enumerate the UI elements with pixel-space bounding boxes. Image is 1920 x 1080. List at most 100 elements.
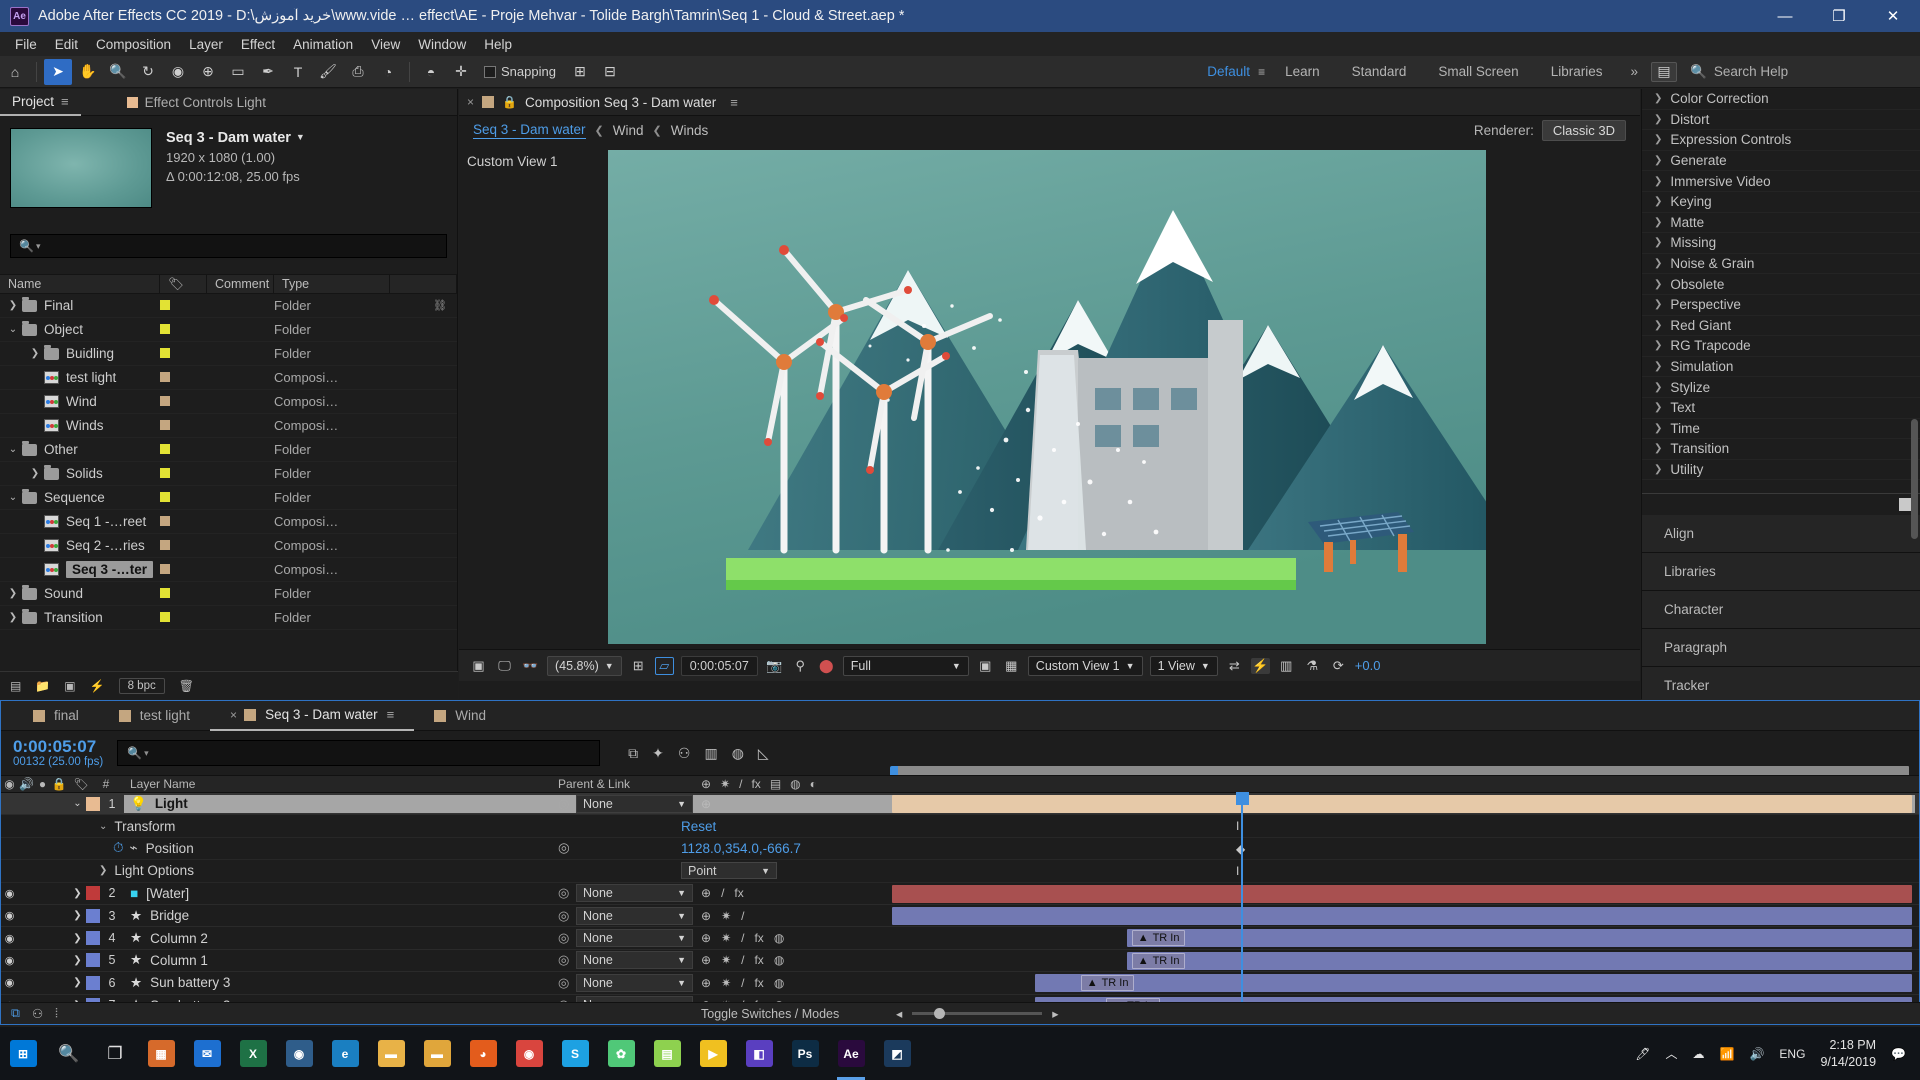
position-value[interactable]: 1128.0,354.0,-666.7 (681, 841, 801, 856)
effects-scrollbar[interactable] (1911, 419, 1918, 539)
collapse-icon[interactable]: ✷ (721, 909, 731, 923)
task-view-button[interactable]: ❐ (92, 1027, 138, 1080)
show-snapshot-icon[interactable]: ⚲ (791, 658, 810, 674)
effect-category-row[interactable]: ❯ Generate (1642, 151, 1920, 172)
rotation-tool-icon[interactable]: ↻ (134, 59, 162, 85)
timeline-tab-test-light[interactable]: test light (99, 701, 210, 731)
selection-tool-icon[interactable]: ➤ (44, 58, 72, 85)
disclosure-triangle-icon[interactable]: ❯ (1654, 361, 1662, 372)
workspace-standard[interactable]: Standard (1336, 64, 1423, 79)
label-color-swatch[interactable] (160, 324, 170, 334)
composition-viewer[interactable]: Custom View 1 (459, 144, 1640, 649)
channel-icon[interactable]: ⬤ (817, 658, 836, 674)
disclosure-triangle-icon[interactable]: ❯ (1654, 114, 1662, 125)
layer-disclosure-icon[interactable]: ❯ (69, 910, 86, 921)
camera-tool-icon[interactable]: ◉ (164, 59, 192, 85)
timeline-tab-final[interactable]: final (13, 701, 99, 731)
puppet-pin-icon[interactable]: ✛ (447, 59, 475, 85)
disclosure-triangle-icon[interactable]: ❯ (1654, 93, 1662, 104)
lock-icon[interactable]: 🔒 (50, 777, 68, 791)
fx-icon[interactable]: fx (734, 886, 743, 900)
views-dropdown[interactable]: 1 View ▼ (1149, 655, 1218, 676)
comp-flowchart-icon[interactable]: ⚗ (1303, 658, 1322, 674)
notification-icon[interactable]: 💬 (1891, 1047, 1906, 1061)
renderer-value[interactable]: Classic 3D (1541, 119, 1626, 141)
layer-label-swatch[interactable] (86, 953, 100, 968)
layer-disclosure-icon[interactable]: ❯ (69, 888, 86, 899)
take-snapshot-icon[interactable]: 📷 (765, 658, 784, 674)
disclosure-triangle-icon[interactable]: ❯ (1654, 196, 1662, 207)
parent-pickwhip-icon[interactable]: ◎ (558, 796, 569, 812)
timeline-track-area[interactable]: I◆I▲TR In▲TR In▲TR In▲TR In (890, 792, 1920, 1015)
chevron-up-icon[interactable]: ︿ (1666, 1045, 1678, 1062)
timeline-tab-wind[interactable]: Wind (414, 701, 506, 731)
shy-icon[interactable]: / (721, 886, 724, 900)
label-color-swatch[interactable] (160, 300, 170, 310)
pan-behind-tool-icon[interactable]: ⊕ (194, 59, 222, 85)
interpret-footage-icon[interactable]: ▤ (10, 679, 21, 693)
disclosure-triangle-icon[interactable]: ❯ (4, 300, 22, 311)
align-snap-icon[interactable]: ⊞ (566, 59, 594, 85)
disclosure-triangle-icon[interactable]: ❯ (1654, 382, 1662, 393)
disclosure-triangle-icon[interactable]: ❯ (1654, 402, 1662, 413)
language-indicator[interactable]: ENG (1779, 1047, 1805, 1061)
motion-blur-icon[interactable]: ◍ (732, 745, 744, 762)
layer-duration-bar[interactable] (1126, 951, 1912, 970)
composition-mini-flowchart-icon[interactable]: ⧉ (628, 745, 638, 762)
quality-header-icon[interactable]: / (739, 777, 742, 791)
collapse-icon[interactable]: ✷ (721, 976, 731, 990)
layer-label-swatch[interactable] (86, 931, 100, 946)
store-taskbar-button[interactable]: ▦ (138, 1027, 184, 1080)
fast-previews-icon[interactable]: ⚡ (1250, 657, 1270, 674)
label-color-swatch[interactable] (160, 516, 170, 526)
disclosure-triangle-icon[interactable]: ❯ (26, 348, 44, 359)
new-folder-icon[interactable]: 📁 (35, 679, 50, 693)
zoom-in-timeline-icon[interactable]: ▸ (1052, 1006, 1058, 1021)
photoshop-taskbar-button[interactable]: Ps (782, 1027, 828, 1080)
project-search-input[interactable]: 🔍 ▾ (10, 234, 447, 258)
toggle-switches-modes-button[interactable]: Toggle Switches / Modes (701, 1007, 839, 1021)
effect-category-row[interactable]: ❯ Color Correction (1642, 89, 1920, 110)
light-type-dropdown[interactable]: Point ▼ (681, 862, 777, 880)
effect-category-row[interactable]: ❯ Missing (1642, 233, 1920, 254)
effect-category-row[interactable]: ❯ Utility (1642, 460, 1920, 481)
edge-taskbar-button[interactable]: e (322, 1027, 368, 1080)
frame-render-time-icon[interactable]: ⧉ (11, 1006, 20, 1021)
disclosure-triangle-icon[interactable]: ❯ (1654, 299, 1662, 310)
layer-disclosure-icon[interactable]: ❯ (69, 933, 86, 944)
label-color-swatch[interactable] (160, 444, 170, 454)
project-list-item[interactable]: ❯ Buidling Folder (0, 342, 457, 366)
stopwatch-icon[interactable]: ⏱ (113, 840, 124, 856)
hand-tool-icon[interactable]: ✋ (74, 59, 102, 85)
frame-blending-icon[interactable]: ▥ (704, 745, 717, 762)
3d-layer-icon[interactable]: ⊕ (701, 797, 711, 811)
project-list-item[interactable]: ❯ Sound Folder (0, 582, 457, 606)
start-button[interactable]: ⊞ (0, 1027, 46, 1080)
effect-category-row[interactable]: ❯ Perspective (1642, 295, 1920, 316)
project-list-item[interactable]: Seq 2 -…ries Composi… (0, 534, 457, 558)
always-preview-icon[interactable]: ▣ (469, 658, 488, 674)
disclosure-triangle-icon[interactable]: ⌄ (4, 492, 22, 503)
project-list-item[interactable]: ⌄ Object Folder (0, 318, 457, 342)
layer-video-toggle[interactable]: ◉ (1, 909, 18, 922)
label-color-swatch[interactable] (160, 588, 170, 598)
label-color-swatch[interactable] (160, 492, 170, 502)
3d-glasses-icon[interactable]: 👓 (521, 658, 540, 674)
disclosure-triangle-icon[interactable]: ❯ (1654, 155, 1662, 166)
effect-category-row[interactable]: ❯ Red Giant (1642, 316, 1920, 337)
notes-taskbar-button[interactable]: ▤ (644, 1027, 690, 1080)
layer-duration-bar[interactable] (892, 795, 1912, 813)
layer-parent-dropdown[interactable]: None ▼ (576, 951, 693, 970)
fx-icon[interactable]: fx (754, 976, 763, 990)
solo-icon[interactable]: ● (35, 777, 50, 791)
pixel-aspect-correction-icon[interactable]: ⇄ (1225, 658, 1244, 674)
menu-view[interactable]: View (362, 35, 409, 54)
panel-accordion-character[interactable]: Character (1642, 591, 1920, 629)
effect-category-row[interactable]: ❯ Simulation (1642, 357, 1920, 378)
column-type[interactable]: Type (274, 274, 390, 294)
label-color-swatch[interactable] (160, 372, 170, 382)
label-color-swatch[interactable] (160, 420, 170, 430)
project-list-item[interactable]: test light Composi… (0, 366, 457, 390)
expression-pickwhip-icon[interactable]: ◎ (558, 840, 570, 856)
disclosure-triangle-icon[interactable]: ⌄ (4, 444, 22, 455)
